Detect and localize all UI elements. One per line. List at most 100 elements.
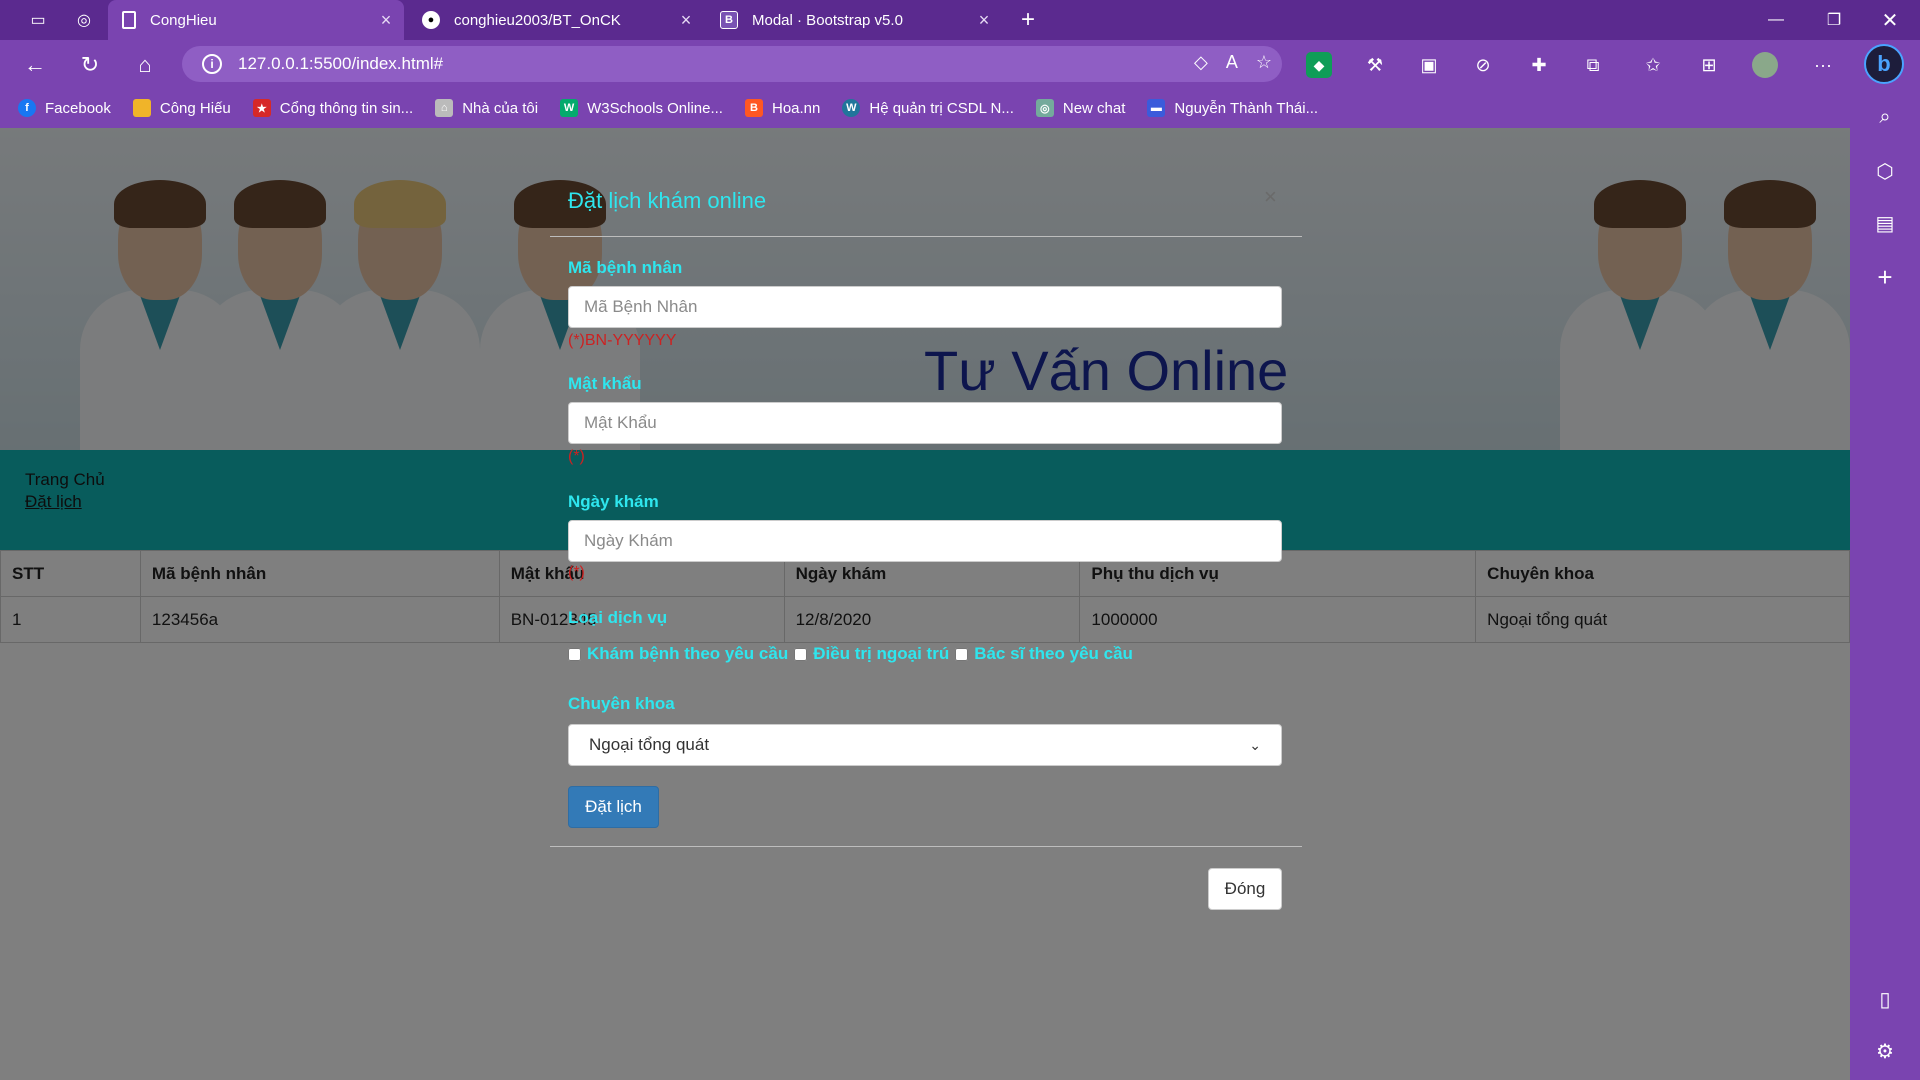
w3schools-icon: W	[560, 99, 579, 117]
extension-green-icon[interactable]: ◆	[1306, 52, 1332, 78]
url-text: 127.0.0.1:5500/index.html#	[238, 54, 444, 73]
facebook-icon: f	[18, 99, 36, 117]
service-option[interactable]: Bác sĩ theo yêu cầu	[955, 644, 1133, 664]
bookmark-label: Cổng thông tin sin...	[279, 99, 414, 117]
tab-conghieu[interactable]: CongHieu ×	[108, 0, 404, 40]
bookmark-item[interactable]: ◎ New chat	[1035, 99, 1125, 117]
service-option-label: Điều trị ngoại trú	[813, 644, 950, 663]
specialty-select[interactable]: Ngoại tổng quát ⌄	[568, 724, 1282, 766]
service-option-label: Bác sĩ theo yêu cầu	[974, 644, 1133, 663]
restore-icon[interactable]: ❐	[1806, 0, 1862, 40]
modal-title: Đặt lịch khám online	[568, 188, 767, 213]
password-hint: (*)	[568, 448, 585, 465]
hide-sidebar-icon[interactable]: ▯	[1870, 984, 1900, 1014]
bootstrap-icon: B	[720, 11, 738, 29]
service-option[interactable]: Điều trị ngoại trú	[794, 644, 949, 664]
bookmark-item[interactable]: ★ Cổng thông tin sin...	[252, 99, 414, 117]
bookmark-item[interactable]: f Facebook	[18, 99, 111, 117]
bookmark-item[interactable]: B Hoa.nn	[744, 99, 821, 117]
bookmark-item[interactable]: Công Hiếu	[132, 99, 231, 117]
modal-footer-divider	[550, 846, 1302, 847]
home-icon[interactable]: ⌂	[130, 50, 160, 80]
bookmark-label: Công Hiếu	[159, 99, 231, 117]
site-icon: ▬	[1147, 99, 1166, 117]
tag-icon[interactable]: ◇	[1194, 52, 1208, 73]
tab-github[interactable]: ● conghieu2003/BT_OnCK ×	[408, 0, 704, 40]
bookmark-item[interactable]: W Hệ quản trị CSDL N...	[842, 99, 1014, 117]
bookmark-item[interactable]: ⌂ Nhà của tôi	[435, 99, 538, 117]
patient-id-hint: (*)BN-YYYYYY	[568, 332, 677, 349]
collections-icon[interactable]: ⊞	[1696, 52, 1722, 78]
service-checkbox[interactable]	[955, 647, 969, 661]
close-window-icon[interactable]: ✕	[1862, 0, 1918, 40]
service-checkbox[interactable]	[794, 647, 808, 661]
url-field[interactable]: i 127.0.0.1:5500/index.html# ◇ A ☆	[182, 46, 1282, 82]
read-aloud-icon[interactable]: A	[1226, 52, 1238, 73]
outlook-icon[interactable]: ▤	[1870, 208, 1900, 238]
close-tab-icon[interactable]: ×	[966, 10, 1002, 31]
wordpress-icon: W	[842, 99, 861, 117]
more-menu-icon[interactable]: ···	[1810, 52, 1836, 78]
tab-bootstrap[interactable]: B Modal · Bootstrap v5.0 ×	[706, 0, 1002, 40]
date-hint: (*)	[568, 564, 585, 581]
extensions-icon[interactable]: ⧉	[1580, 52, 1606, 78]
tab-strip: ▭ ◎ CongHieu × ● conghieu2003/BT_OnCK × …	[0, 0, 1920, 40]
service-options: Khám bệnh theo yêu cầu Điều trị ngoại tr…	[568, 644, 1139, 664]
bing-copilot-icon[interactable]: b	[1864, 44, 1904, 84]
refresh-icon[interactable]: ↻	[75, 50, 105, 80]
search-icon[interactable]: ⌕	[1870, 102, 1900, 132]
modal-close-icon[interactable]: ×	[1264, 184, 1277, 210]
specialty-selected-value: Ngoại tổng quát	[589, 735, 710, 754]
settings-gear-icon[interactable]: ⚙	[1870, 1036, 1900, 1066]
service-option[interactable]: Khám bệnh theo yêu cầu	[568, 644, 788, 664]
add-sidebar-app-icon[interactable]: +	[1870, 262, 1900, 292]
tools-icon[interactable]: ⬡	[1870, 156, 1900, 186]
chatgpt-tab-icon[interactable]: ◎	[56, 0, 112, 40]
tab-title: CongHieu	[150, 11, 217, 29]
site-info-icon[interactable]: i	[202, 54, 222, 74]
compass-icon[interactable]: ⊘	[1470, 52, 1496, 78]
bookmarks-bar: f Facebook Công Hiếu ★ Cổng thông tin sin...…	[0, 88, 1850, 128]
bookmark-label: Nhà của tôi	[462, 99, 539, 117]
chevron-down-icon: ⌄	[1249, 736, 1261, 753]
folder-icon	[132, 99, 151, 117]
service-checkbox[interactable]	[568, 647, 581, 661]
bookmark-label: Hoa.nn	[771, 99, 821, 117]
tab-title: conghieu2003/BT_OnCK	[454, 11, 621, 29]
service-type-label: Loại dịch vụ	[568, 608, 668, 627]
close-tab-icon[interactable]: ×	[368, 10, 404, 31]
address-bar: ← ↻ ⌂ i 127.0.0.1:5500/index.html# ◇ A ☆…	[0, 40, 1920, 88]
password-input[interactable]	[568, 402, 1282, 444]
bookmark-item[interactable]: ▬ Nguyễn Thành Thái...	[1147, 99, 1318, 117]
submit-booking-button[interactable]: Đặt lịch	[568, 786, 659, 828]
tab-title: Modal · Bootstrap v5.0	[752, 11, 903, 29]
patient-id-input[interactable]	[568, 286, 1282, 328]
portal-icon: ★	[252, 99, 271, 117]
add-favorite-icon[interactable]: ☆	[1256, 52, 1272, 73]
extension-page-icon[interactable]: ▣	[1416, 52, 1442, 78]
chatgpt-icon: ◎	[1035, 99, 1054, 117]
blogger-icon: B	[744, 99, 763, 117]
modal-header-divider	[550, 236, 1302, 237]
new-tab-icon[interactable]: +	[1000, 0, 1056, 40]
date-label: Ngày khám	[568, 492, 659, 511]
profile-avatar[interactable]	[1752, 52, 1778, 78]
password-label: Mật khẩu	[568, 374, 642, 393]
home-icon: ⌂	[435, 99, 454, 117]
specialty-label: Chuyên khoa	[568, 694, 675, 713]
back-icon[interactable]: ←	[20, 50, 50, 80]
bookmark-label: Nguyễn Thành Thái...	[1174, 99, 1319, 117]
favorites-icon[interactable]: ✩	[1640, 52, 1666, 78]
extension-tool-icon[interactable]: ⚒	[1362, 52, 1388, 78]
edge-sidebar: ⌕ ⬡ ▤ + ▯ ⚙	[1850, 88, 1920, 1080]
bookmark-label: Hệ quản trị CSDL N...	[869, 99, 1014, 117]
extension-puzzle-color-icon[interactable]: ✚	[1526, 52, 1552, 78]
date-input[interactable]	[568, 520, 1282, 562]
minimize-icon[interactable]: —	[1748, 0, 1804, 40]
close-modal-button[interactable]: Đóng	[1208, 868, 1282, 910]
bookmark-label: W3Schools Online...	[587, 99, 723, 117]
document-icon	[122, 11, 136, 29]
bookmark-item[interactable]: W W3Schools Online...	[560, 99, 723, 117]
github-icon: ●	[422, 11, 440, 29]
close-tab-icon[interactable]: ×	[668, 10, 704, 31]
